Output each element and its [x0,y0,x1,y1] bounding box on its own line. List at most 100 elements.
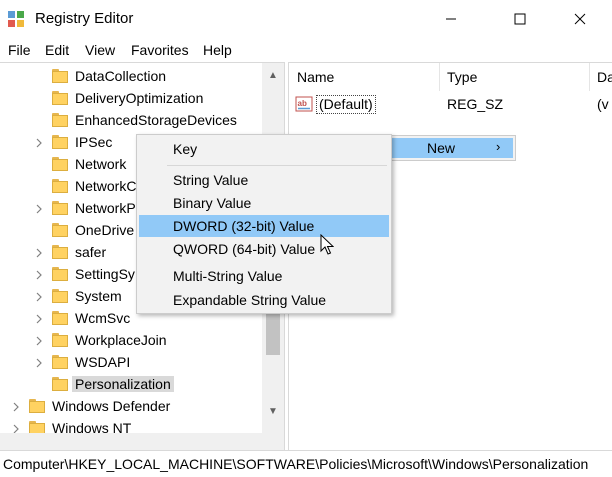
new-submenu: Key String Value Binary Value DWORD (32-… [136,134,392,314]
mouse-cursor-icon [320,234,334,255]
tree-item[interactable]: EnhancedStorageDevices [0,110,262,132]
folder-icon [52,135,68,150]
tree-item-label: EnhancedStorageDevices [75,112,237,128]
folder-icon [52,91,68,106]
close-button[interactable] [557,0,603,38]
value-type: REG_SZ [447,96,504,112]
menu-separator [167,165,387,166]
folder-icon [52,179,68,194]
window-title: Registry Editor [35,10,134,27]
minimize-icon [446,18,456,20]
submenu-item-label: Multi-String Value [173,268,283,284]
value-name[interactable]: (Default) [316,95,376,114]
tree-item-label: Personalization [72,376,174,392]
status-bar: Computer\HKEY_LOCAL_MACHINE\SOFTWARE\Pol… [0,450,612,477]
tree-item[interactable]: DeliveryOptimization [0,88,262,110]
chevron-right-icon[interactable] [35,138,43,148]
string-value-icon: ab [295,96,313,112]
folder-icon [52,223,68,238]
submenu-item-label: DWORD (32-bit) Value [173,218,315,234]
context-menu-new-label: New [427,140,456,156]
tree-item-label: Windows Defender [52,398,171,414]
column-separator[interactable] [589,63,590,91]
submenu-item-multi-string-value[interactable]: Multi-String Value [139,265,389,287]
folder-icon [52,333,68,348]
tree-item[interactable]: WorkplaceJoin [0,330,262,352]
tree-item-label: DeliveryOptimization [75,90,204,106]
chevron-right-icon[interactable] [35,292,43,302]
folder-icon [52,113,68,128]
menu-bar: File Edit View Favorites Help [0,38,612,62]
tree-item-label: SettingSy [75,266,135,282]
menu-help[interactable]: Help [203,42,232,58]
submenu-item-qword-value[interactable]: QWORD (64-bit) Value [139,238,389,260]
submenu-item-binary-value[interactable]: Binary Value [139,192,389,214]
value-row[interactable]: ab (Default) REG_SZ (v [289,93,612,115]
status-path: Computer\HKEY_LOCAL_MACHINE\SOFTWARE\Pol… [3,456,589,472]
tree-item-label: WSDAPI [75,354,131,370]
column-separator[interactable] [439,63,440,91]
menu-favorites[interactable]: Favorites [131,42,189,58]
column-header-type[interactable]: Type [447,69,477,85]
title-bar[interactable]: Registry Editor [0,0,612,38]
maximize-button[interactable] [497,0,543,38]
scroll-up-arrow-icon[interactable]: ▲ [262,65,284,85]
submenu-item-label: QWORD (64-bit) Value [173,241,316,257]
chevron-right-icon[interactable] [35,314,43,324]
tree-item-label: DataCollection [75,68,167,84]
column-header-name[interactable]: Name [297,69,334,85]
tree-item[interactable]: Windows Defender [0,396,262,418]
tree-item[interactable]: DataCollection [0,66,262,88]
chevron-right-icon[interactable] [12,402,20,412]
folder-icon [52,201,68,216]
tree-item-label: IPSec [75,134,113,150]
svg-text:ab: ab [298,99,307,108]
tree-item-label: OneDrive [75,222,135,238]
tree-item-label: WcmSvc [75,310,131,326]
folder-icon [52,289,68,304]
submenu-item-label: String Value [173,172,249,188]
submenu-item-key[interactable]: Key [139,138,389,160]
submenu-item-expandable-string-value[interactable]: Expandable String Value [139,289,389,311]
tree-item[interactable]: WSDAPI [0,352,262,374]
tree-item-label: Network [75,156,127,172]
scroll-down-arrow-icon[interactable]: ▼ [262,401,284,421]
chevron-right-icon[interactable] [35,248,43,258]
folder-icon [52,69,68,84]
tree-horizontal-scrollbar[interactable] [0,433,284,451]
folder-icon [52,355,68,370]
column-header-data[interactable]: Da [597,69,612,85]
tree-item-label: NetworkC [75,178,137,194]
folder-icon [52,157,68,172]
folder-icon [52,311,68,326]
maximize-icon [514,13,526,25]
submenu-item-dword-value[interactable]: DWORD (32-bit) Value [139,215,389,237]
tree-item-label: safer [75,244,107,260]
chevron-right-icon[interactable] [35,204,43,214]
menu-file[interactable]: File [8,42,31,58]
registry-editor-app-icon [8,11,24,27]
folder-icon [52,267,68,282]
submenu-item-label: Key [173,141,198,157]
folder-icon [29,399,45,414]
chevron-right-icon[interactable] [35,336,43,346]
close-icon [574,13,586,25]
submenu-item-label: Binary Value [173,195,252,211]
minimize-button[interactable] [428,0,474,38]
menu-view[interactable]: View [85,42,115,58]
chevron-right-icon[interactable] [35,358,43,368]
submenu-item-label: Expandable String Value [173,292,327,308]
registry-editor-window: Registry Editor File Edit View Favorites… [0,0,612,477]
tree-item-label: NetworkP [75,200,136,216]
value-data: (v [597,96,609,112]
folder-icon [52,377,68,392]
tree-item-label: WorkplaceJoin [75,332,167,348]
folder-icon [52,245,68,260]
context-menu: New › [388,135,516,161]
tree-item[interactable]: Personalization [0,374,262,396]
submenu-item-string-value[interactable]: String Value [139,169,389,191]
chevron-right-icon: › [496,139,501,154]
chevron-right-icon[interactable] [35,270,43,280]
tree-item-label: System [75,288,122,304]
menu-edit[interactable]: Edit [45,42,69,58]
